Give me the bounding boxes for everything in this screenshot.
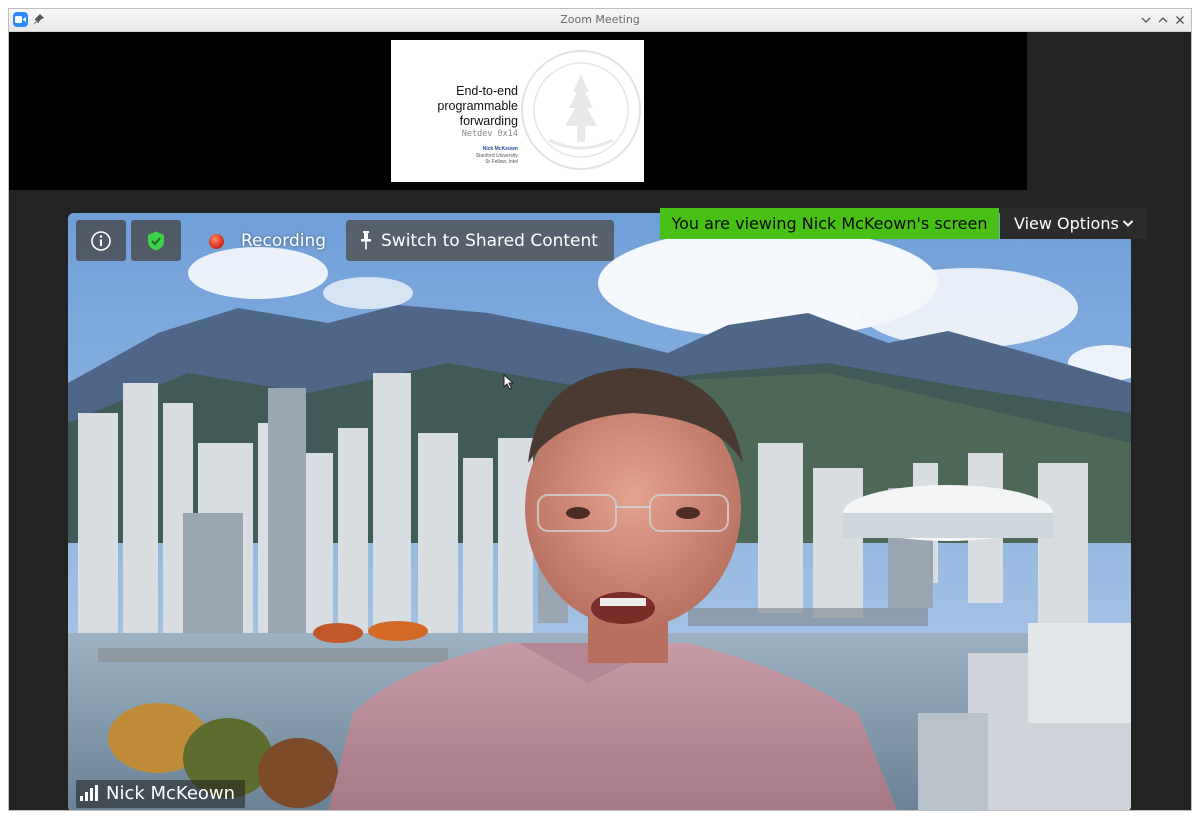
minimize-chevron-icon[interactable]: [1140, 14, 1152, 26]
recording-label: Recording: [241, 231, 327, 251]
maximize-chevron-icon[interactable]: [1157, 14, 1169, 26]
recording-dot-icon: [209, 234, 224, 249]
slide-subtitle: Netdev 0x14: [461, 129, 518, 139]
stanford-seal-watermark: [521, 50, 641, 170]
participant-name-tag: Nick McKeown: [76, 780, 246, 808]
zoom-window: Zoom Meeting End-to-end programmable for…: [8, 8, 1192, 811]
close-icon[interactable]: [1174, 14, 1186, 26]
meeting-content: End-to-end programmable forwarding Netde…: [9, 32, 1191, 810]
shield-check-icon: [148, 231, 164, 251]
signal-strength-icon: [80, 785, 98, 801]
chevron-down-icon: [1122, 220, 1134, 227]
switch-to-shared-content-label: Switch to Shared Content: [381, 231, 598, 251]
title-bar[interactable]: Zoom Meeting: [9, 9, 1191, 32]
shared-screen-strip[interactable]: End-to-end programmable forwarding Netde…: [9, 32, 1027, 190]
participant-video-tile[interactable]: Recording Switch to Shared Content Nick …: [68, 213, 1131, 810]
switch-to-shared-content-button[interactable]: Switch to Shared Content: [346, 220, 614, 261]
virtual-background-scene: [68, 213, 1131, 810]
shared-slide-thumbnail[interactable]: End-to-end programmable forwarding Netde…: [391, 40, 644, 182]
mouse-cursor-icon: [503, 374, 515, 390]
pushpin-icon: [361, 231, 371, 250]
window-title: Zoom Meeting: [560, 13, 640, 26]
slide-author-block: Nick McKeown Stanford University Sr Fell…: [476, 146, 518, 166]
viewing-screen-banner: You are viewing Nick McKeown's screen: [660, 208, 999, 239]
security-status-button[interactable]: [131, 220, 181, 261]
meeting-info-button[interactable]: [76, 220, 126, 261]
slide-title: End-to-end programmable forwarding: [437, 84, 518, 128]
slide-author-name: Nick McKeown: [482, 146, 518, 152]
participant-name: Nick McKeown: [106, 783, 236, 804]
slide-author-role: Sr Fellow, Intel: [485, 159, 518, 165]
view-options-label: View Options: [1014, 214, 1119, 233]
info-icon: [91, 231, 111, 251]
view-options-button[interactable]: View Options: [1000, 208, 1147, 239]
